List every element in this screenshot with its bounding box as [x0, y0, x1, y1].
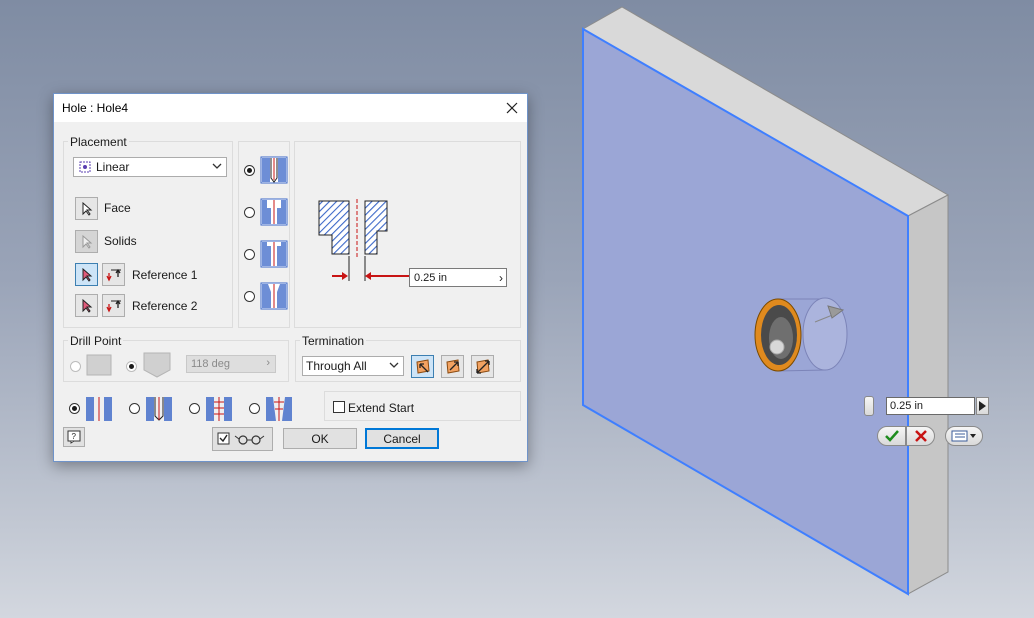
clearance-hole-radio[interactable] — [129, 403, 140, 414]
cursor-arrow-icon — [82, 267, 92, 282]
reference2-label: Reference 2 — [132, 299, 198, 313]
direction-default-icon — [415, 358, 430, 374]
reference2-select-button[interactable] — [75, 294, 98, 317]
triangle-right-icon — [979, 401, 986, 411]
checkmark-icon — [884, 430, 899, 442]
mini-options-button[interactable] — [945, 426, 983, 446]
help-icon: ? — [67, 430, 81, 444]
extend-start-label: Extend Start — [348, 401, 415, 415]
countersink-hole-icon — [260, 282, 288, 310]
reference1-select-button[interactable] — [75, 263, 98, 286]
direction-flipped-icon — [445, 358, 460, 374]
flat-drill-point-icon — [86, 354, 112, 376]
reference2-flip-button[interactable] — [102, 294, 125, 317]
reference1-label: Reference 1 — [132, 268, 198, 282]
drilled-hole-icon — [260, 156, 288, 184]
hole-type-countersink-radio[interactable] — [244, 291, 255, 302]
mini-distance-value: 0.25 in — [890, 400, 924, 412]
face-select-button[interactable] — [75, 197, 98, 220]
svg-text:?: ? — [72, 432, 77, 441]
placement-label: Placement — [68, 135, 129, 149]
direction-flipped-button[interactable] — [441, 355, 464, 378]
spotface-hole-icon — [260, 240, 288, 268]
hole-type-counterbore-radio[interactable] — [244, 207, 255, 218]
preview-glasses-icon — [217, 432, 264, 445]
simple-hole-icon — [86, 397, 112, 421]
list-dropdown-icon — [951, 430, 976, 442]
drill-point-flat-radio[interactable] — [70, 361, 81, 372]
termination-value: Through All — [306, 359, 367, 373]
direction-symmetric-button[interactable] — [471, 355, 494, 378]
preview-distance-value: 0.25 in — [414, 271, 448, 284]
hole-type-drilled-radio[interactable] — [244, 165, 255, 176]
mini-apply-button[interactable] — [877, 426, 906, 446]
preview-toggle-button[interactable] — [212, 427, 273, 451]
cursor-arrow-icon — [82, 201, 92, 216]
mini-toolbar-grip-icon[interactable] — [864, 396, 874, 416]
chevron-down-icon — [389, 362, 399, 368]
plate-side-face[interactable] — [907, 194, 949, 595]
clearance-hole-icon — [146, 397, 172, 421]
placement-type-select[interactable]: Linear — [73, 157, 227, 177]
x-icon — [914, 430, 927, 442]
flip-direction-icon — [105, 299, 121, 312]
direction-default-button[interactable] — [411, 355, 434, 378]
drill-angle-value: 118 deg — [191, 358, 230, 370]
angle-drill-point-icon — [143, 352, 171, 378]
ok-label: OK — [311, 431, 329, 446]
close-icon — [506, 102, 518, 114]
solids-select-button[interactable] — [75, 230, 98, 253]
preview-distance-input[interactable]: 0.25 in › — [409, 268, 507, 287]
chevron-down-icon — [212, 163, 222, 169]
hole-type-spotface-radio[interactable] — [244, 249, 255, 260]
mini-distance-input[interactable]: 0.25 in — [886, 397, 975, 415]
taper-tapped-hole-icon — [266, 397, 292, 421]
tapped-hole-icon — [206, 397, 232, 421]
mini-distance-arrow-button[interactable] — [976, 397, 989, 415]
cancel-label: Cancel — [383, 431, 421, 446]
drill-angle-input[interactable]: 118 deg › — [186, 355, 276, 373]
dialog-title: Hole : Hole4 — [62, 101, 129, 115]
cursor-arrow-icon — [82, 234, 92, 249]
placement-type-value: Linear — [96, 160, 130, 174]
taper-tapped-hole-radio[interactable] — [249, 403, 260, 414]
ok-button[interactable]: OK — [283, 428, 357, 449]
extend-start-checkbox[interactable] — [333, 401, 345, 413]
reference1-flip-button[interactable] — [102, 263, 125, 286]
termination-label: Termination — [300, 334, 367, 348]
counterbore-hole-icon — [260, 198, 288, 226]
chevron-right-icon[interactable]: › — [266, 357, 270, 369]
solids-label: Solids — [104, 234, 137, 248]
drill-point-label: Drill Point — [68, 334, 124, 348]
cancel-button[interactable]: Cancel — [365, 428, 439, 449]
close-button[interactable] — [497, 94, 527, 122]
dialog-titlebar[interactable]: Hole : Hole4 — [54, 94, 527, 122]
distance-arrows-icon — [332, 272, 412, 280]
cursor-arrow-icon — [82, 298, 92, 313]
linear-placement-icon — [79, 161, 91, 173]
termination-select[interactable]: Through All — [302, 356, 404, 376]
help-button[interactable]: ? — [63, 427, 85, 447]
face-label: Face — [104, 201, 131, 215]
direction-symmetric-icon — [475, 358, 490, 374]
mini-cancel-button[interactable] — [906, 426, 935, 446]
simple-hole-radio[interactable] — [69, 403, 80, 414]
tapped-hole-radio[interactable] — [189, 403, 200, 414]
drill-point-angle-radio[interactable] — [126, 361, 137, 372]
hole-dialog: Hole : Hole4 Placement Linear Face Solid… — [53, 93, 528, 462]
chevron-right-icon[interactable]: › — [499, 271, 503, 285]
flip-direction-icon — [105, 268, 121, 281]
